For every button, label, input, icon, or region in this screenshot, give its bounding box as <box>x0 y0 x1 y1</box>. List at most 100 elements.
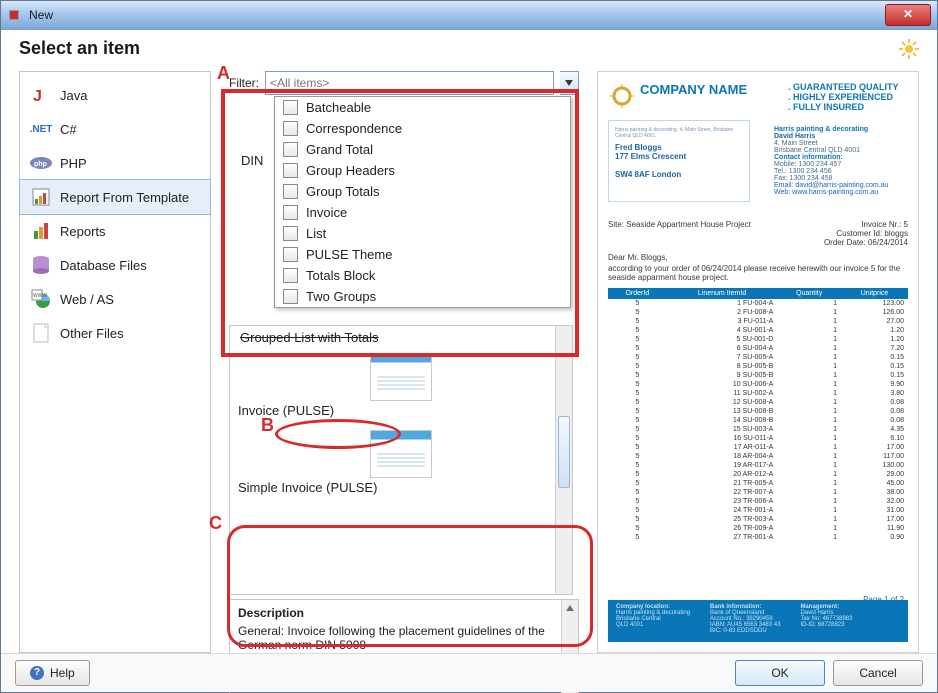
preview-intro: according to your order of 06/24/2014 pl… <box>608 264 908 282</box>
help-icon: ? <box>30 666 44 680</box>
template-list[interactable]: DIN Grouped List with Totals Invoice (PU… <box>229 325 573 595</box>
category-sidebar: J Java .NET C# php PHP Report From Templ… <box>19 71 211 653</box>
filter-option[interactable]: Totals Block <box>275 265 570 286</box>
checkbox-icon <box>283 142 298 157</box>
scroll-thumb[interactable] <box>558 416 570 488</box>
scrollbar[interactable] <box>555 326 572 594</box>
sidebar-item-web[interactable]: WWW Web / AS <box>20 282 210 316</box>
checkbox-icon <box>283 100 298 115</box>
preview-taglines: GUARANTEED QUALITY HIGHLY EXPERIENCED FU… <box>788 82 908 112</box>
filter-label: Filter: <box>229 76 259 90</box>
filter-dropdown-list[interactable]: Batcheable Correspondence Grand Total Group… <box>274 96 571 308</box>
filter-option[interactable]: Correspondence <box>275 118 570 139</box>
checkbox-icon <box>283 247 298 262</box>
filter-option[interactable]: Group Totals <box>275 181 570 202</box>
filter-option[interactable]: Grand Total <box>275 139 570 160</box>
checkbox-icon <box>283 121 298 136</box>
filter-option[interactable]: Batcheable <box>275 97 570 118</box>
filter-option[interactable]: List <box>275 223 570 244</box>
filter-option-label: Invoice <box>306 205 347 220</box>
preview-contact: Harris painting & decorating David Harri… <box>768 120 908 202</box>
sidebar-item-reports[interactable]: Reports <box>20 214 210 248</box>
template-name: Simple Invoice (PULSE) <box>238 480 564 495</box>
sidebar-item-java[interactable]: J Java <box>20 78 210 112</box>
window-title: New <box>29 8 53 22</box>
sidebar-item-label: Other Files <box>60 326 124 341</box>
scroll-up-icon[interactable] <box>562 602 578 614</box>
sidebar-item-php[interactable]: php PHP <box>20 146 210 180</box>
database-icon <box>30 254 52 276</box>
logo-icon <box>608 82 636 110</box>
filter-option[interactable]: Group Headers <box>275 160 570 181</box>
preview-to-address: Harris painting & decorating, 4, Main St… <box>608 120 750 202</box>
filter-option-label: Correspondence <box>306 121 402 136</box>
checkbox-icon <box>283 289 298 304</box>
preview-salutation: Dear Mr. Bloggs, <box>608 253 908 262</box>
sidebar-item-label: Java <box>60 88 87 103</box>
annotation-c: C <box>209 513 222 534</box>
filter-option[interactable]: Invoice <box>275 202 570 223</box>
filter-option-label: Totals Block <box>306 268 375 283</box>
globe-icon: WWW <box>30 288 52 310</box>
sidebar-item-label: PHP <box>60 156 87 171</box>
preview-site: Site: Seaside Appartment House Project <box>608 220 751 247</box>
sidebar-item-report-template[interactable]: Report From Template <box>19 179 211 215</box>
page-title: Select an item <box>19 38 140 59</box>
filter-combobox[interactable]: <All items> <box>265 71 554 95</box>
filter-option-label: Group Headers <box>306 163 395 178</box>
sidebar-item-label: Web / AS <box>60 292 114 307</box>
filter-option-label: Batcheable <box>306 100 371 115</box>
template-thumbnail <box>370 353 432 401</box>
preview-pane: COMPANY NAME GUARANTEED QUALITY HIGHLY E… <box>597 71 919 653</box>
dialog-button-bar: ? Help OK Cancel <box>1 653 937 692</box>
preview-footer: Company location:Harris painting & decor… <box>608 600 908 642</box>
report-template-icon <box>30 186 52 208</box>
ok-button[interactable]: OK <box>735 660 825 686</box>
annotation-a: A <box>217 63 230 84</box>
chevron-down-icon <box>565 80 573 86</box>
sidebar-item-label: Report From Template <box>60 190 189 205</box>
sidebar-item-other[interactable]: Other Files <box>20 316 210 350</box>
svg-text:php: php <box>34 161 47 168</box>
checkbox-icon <box>283 163 298 178</box>
svg-text:J: J <box>33 88 42 105</box>
titlebar: New ✕ <box>1 1 937 30</box>
template-grouped-label: Grouped List with Totals <box>230 326 572 349</box>
cancel-button[interactable]: Cancel <box>833 660 923 686</box>
template-entry[interactable]: Simple Invoice (PULSE) <box>230 426 572 503</box>
preview-table: OrderIdLinenum ItemIdQuantityUnitprice 5… <box>608 288 908 542</box>
description-title: Description <box>238 606 556 620</box>
filter-dropdown-button[interactable] <box>560 71 579 95</box>
sidebar-item-db[interactable]: Database Files <box>20 248 210 282</box>
preview-meta: Invoice Nr.: 5 Customer Id: bloggs Order… <box>824 220 908 247</box>
filter-option-label: List <box>306 226 326 241</box>
checkbox-icon <box>283 184 298 199</box>
checkbox-icon <box>283 268 298 283</box>
template-entry[interactable]: Invoice (PULSE) <box>230 349 572 426</box>
annotation-b: B <box>261 415 274 436</box>
help-button[interactable]: ? Help <box>15 660 90 686</box>
template-peek: DIN <box>241 153 263 168</box>
sun-icon <box>899 39 919 59</box>
checkbox-icon <box>283 205 298 220</box>
filter-option-label: Two Groups <box>306 289 376 304</box>
sidebar-item-label: Database Files <box>60 258 147 273</box>
template-thumbnail <box>370 430 432 478</box>
window-close-button[interactable]: ✕ <box>885 4 931 26</box>
filter-option[interactable]: Two Groups <box>275 286 570 307</box>
checkbox-icon <box>283 226 298 241</box>
sidebar-item-label: Reports <box>60 224 106 239</box>
svg-text:WWW: WWW <box>33 293 47 299</box>
sidebar-item-csharp[interactable]: .NET C# <box>20 112 210 146</box>
template-name-selected: Invoice (PULSE) <box>238 403 564 418</box>
filter-option-label: PULSE Theme <box>306 247 392 262</box>
filter-placeholder: <All items> <box>270 76 329 90</box>
app-icon <box>7 8 23 22</box>
dotnet-icon: .NET <box>30 118 52 140</box>
reports-icon <box>30 220 52 242</box>
filter-option-label: Group Totals <box>306 184 379 199</box>
filter-option[interactable]: PULSE Theme <box>275 244 570 265</box>
php-icon: php <box>30 152 52 174</box>
filter-option-label: Grand Total <box>306 142 373 157</box>
sidebar-item-label: C# <box>60 122 77 137</box>
